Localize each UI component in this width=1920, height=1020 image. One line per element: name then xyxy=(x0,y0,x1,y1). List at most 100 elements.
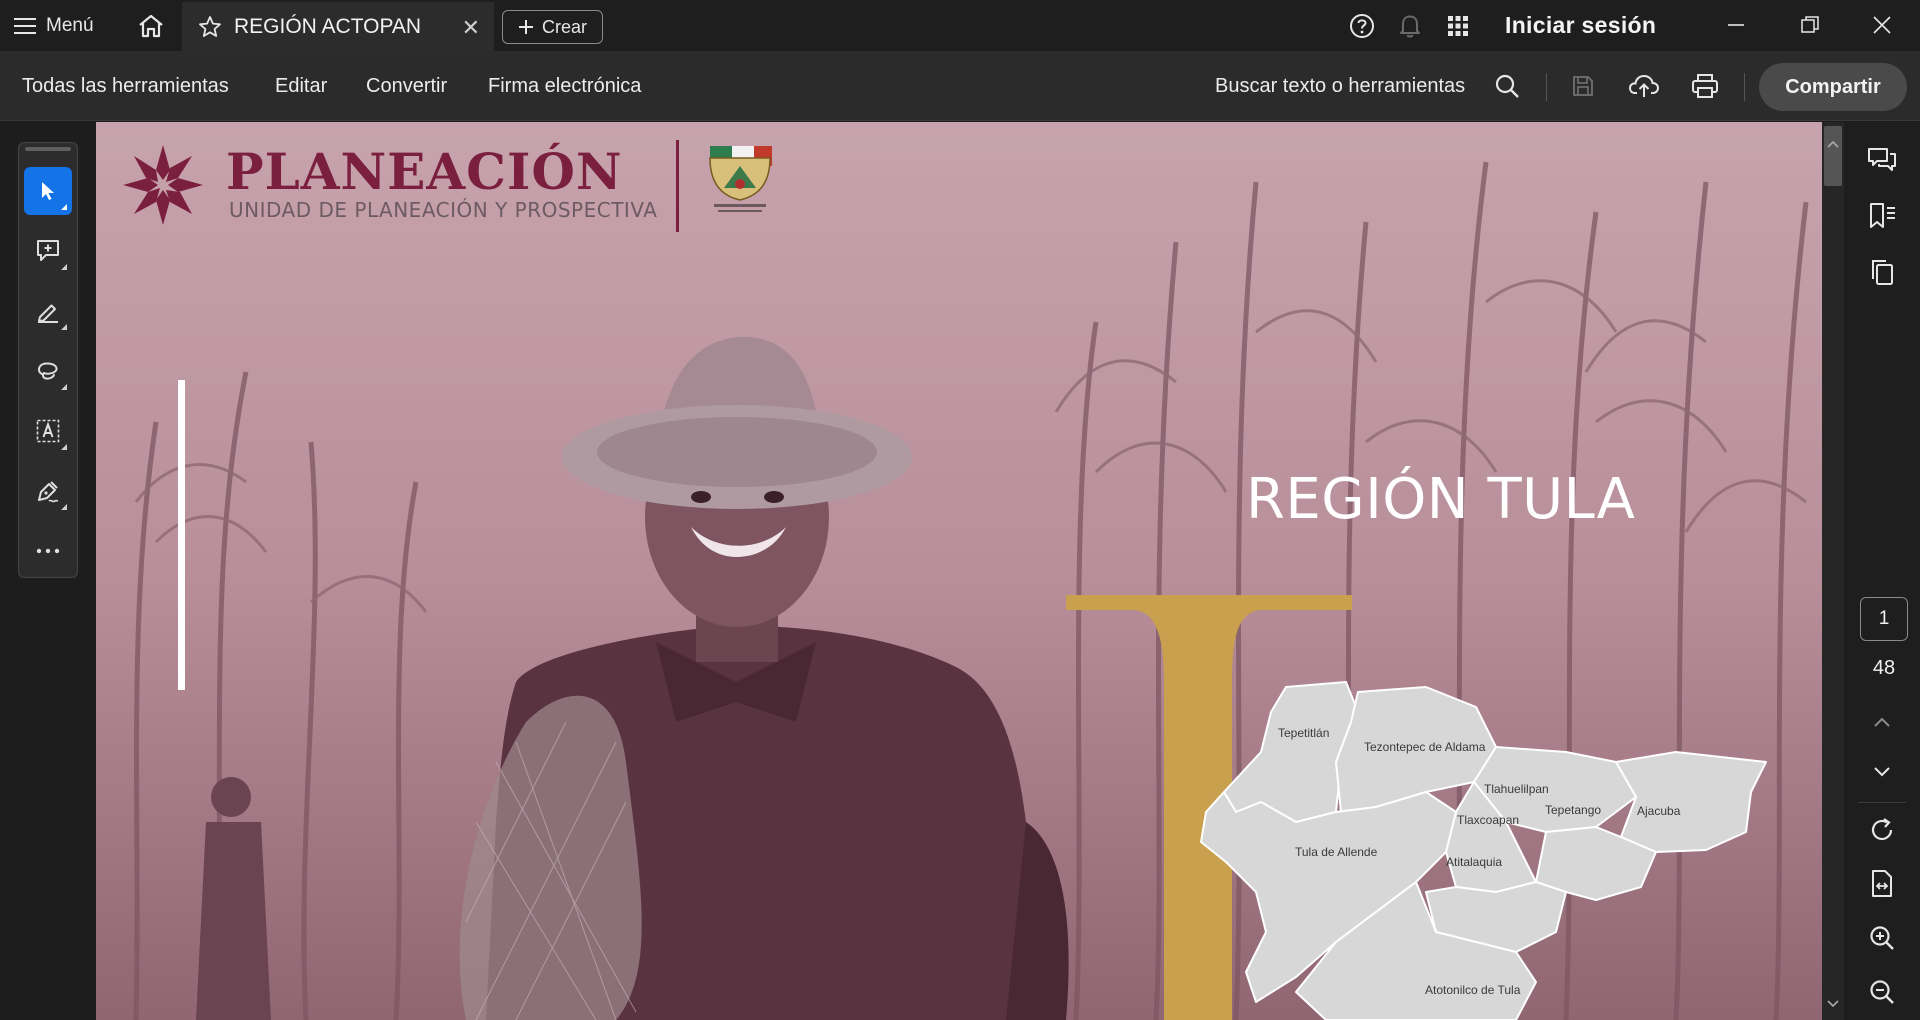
add-comment-tool[interactable] xyxy=(24,227,72,275)
current-page-number: 1 xyxy=(1878,608,1890,629)
draw-tool[interactable] xyxy=(24,347,72,395)
save-button[interactable] xyxy=(1565,68,1601,104)
search-button[interactable] xyxy=(1489,68,1525,104)
comments-icon xyxy=(1868,148,1896,171)
map-label: Tezontepec de Aldama xyxy=(1364,740,1486,754)
minimize-button[interactable] xyxy=(1716,10,1756,40)
cursor-icon xyxy=(42,182,54,200)
apps-button[interactable] xyxy=(1443,12,1473,40)
map-label: Tlaxcoapan xyxy=(1457,813,1520,827)
zoom-out-button[interactable] xyxy=(1864,974,1900,1010)
print-icon xyxy=(1692,74,1718,98)
select-tool[interactable] xyxy=(24,167,72,215)
scroll-down-arrow-icon[interactable] xyxy=(1827,1000,1839,1008)
pen-sign-icon xyxy=(38,481,59,503)
cover-photo xyxy=(96,122,1822,1020)
rotate-icon xyxy=(1871,818,1893,841)
current-page-input[interactable]: 1 xyxy=(1860,597,1908,641)
bookmarks-panel-button[interactable] xyxy=(1864,198,1900,234)
cloud-upload-icon xyxy=(1629,74,1659,97)
home-button[interactable] xyxy=(134,10,168,42)
region-title: REGIÓN TULA xyxy=(1246,467,1636,532)
create-button[interactable]: Crear xyxy=(502,10,603,44)
copy-pages-icon xyxy=(1872,260,1893,285)
tab-title: REGIÓN ACTOPAN xyxy=(234,14,422,38)
menu-edit[interactable]: Editar xyxy=(275,75,327,98)
map-label: Tula de Allende xyxy=(1295,845,1378,859)
rail-divider xyxy=(1858,802,1906,803)
toolbar-divider xyxy=(1546,73,1547,101)
menu-label: Menú xyxy=(46,15,94,36)
save-icon xyxy=(1573,76,1593,96)
notifications-button[interactable] xyxy=(1395,12,1425,40)
home-icon xyxy=(139,14,163,38)
logo-title: PLANEACIÓN xyxy=(226,142,623,201)
more-tools-button[interactable] xyxy=(24,527,72,575)
logo-subtitle: UNIDAD DE PLANEACIÓN Y PROSPECTIVA xyxy=(229,198,658,222)
document-tab[interactable]: REGIÓN ACTOPAN ✕ xyxy=(182,2,494,51)
map-label: Ajacuba xyxy=(1637,804,1681,818)
main-toolbar: Todas las herramientas Editar Convertir … xyxy=(0,51,1920,121)
restore-icon xyxy=(1801,16,1819,33)
toolbar-divider xyxy=(1744,73,1745,101)
menu-button[interactable]: Menú xyxy=(14,10,94,42)
map-label: Atotonilco de Tula xyxy=(1425,983,1521,997)
restore-button[interactable] xyxy=(1790,10,1830,40)
text-select-tool[interactable] xyxy=(24,407,72,455)
search-icon xyxy=(1495,74,1519,98)
total-pages: 48 xyxy=(1872,657,1896,679)
scroll-up-arrow-icon[interactable] xyxy=(1827,140,1839,148)
state-coat-of-arms-icon xyxy=(709,146,772,212)
page-layout-button[interactable] xyxy=(1864,866,1900,902)
map-label: Tepetango xyxy=(1545,803,1602,817)
menu-convert[interactable]: Convertir xyxy=(366,75,447,98)
rotate-button[interactable] xyxy=(1864,812,1900,848)
sign-tool[interactable] xyxy=(24,467,72,515)
zoom-out-icon xyxy=(1870,980,1894,1004)
zoom-in-button[interactable] xyxy=(1864,920,1900,956)
more-icon xyxy=(36,548,60,554)
star-icon[interactable] xyxy=(198,15,222,39)
comment-add-icon xyxy=(37,240,59,261)
map-label: Tlahuelilpan xyxy=(1484,782,1549,796)
zoom-in-icon xyxy=(1870,926,1894,950)
print-button[interactable] xyxy=(1687,68,1723,104)
page-layout-icon xyxy=(1872,870,1892,897)
menu-all-tools[interactable]: Todas las herramientas xyxy=(22,75,229,98)
bell-icon xyxy=(1400,15,1420,38)
previous-page-button[interactable] xyxy=(1864,704,1900,740)
title-bar: Menú REGIÓN ACTOPAN ✕ Crear Iniciar sesi… xyxy=(0,0,1920,51)
comments-panel-button[interactable] xyxy=(1864,142,1900,178)
chevron-up-icon xyxy=(1874,717,1890,727)
quick-tools-panel xyxy=(18,142,78,578)
close-tab-icon[interactable]: ✕ xyxy=(462,15,480,41)
pen-icon xyxy=(38,304,58,323)
panel-grip[interactable] xyxy=(25,147,71,151)
pages-panel-button[interactable] xyxy=(1864,254,1900,290)
search-tools-label[interactable]: Buscar texto o herramientas xyxy=(1215,75,1465,98)
help-button[interactable] xyxy=(1347,12,1377,40)
chevron-down-icon xyxy=(1874,767,1890,777)
map-label: Tepetitlán xyxy=(1278,726,1330,740)
scroll-thumb[interactable] xyxy=(1824,126,1842,186)
decorative-white-bar xyxy=(178,380,185,690)
right-panel-rail: 1 48 xyxy=(1844,122,1920,1020)
sign-in-link[interactable]: Iniciar sesión xyxy=(1505,12,1656,39)
highlight-tool[interactable] xyxy=(24,287,72,335)
bookmark-icon xyxy=(1870,203,1895,228)
upload-button[interactable] xyxy=(1626,68,1662,104)
map-label: Atitalaquia xyxy=(1446,855,1503,869)
share-button[interactable]: Compartir xyxy=(1759,63,1907,111)
close-window-button[interactable] xyxy=(1862,10,1902,40)
minimize-icon xyxy=(1728,24,1744,26)
vertical-scrollbar[interactable] xyxy=(1822,122,1844,1020)
share-label: Compartir xyxy=(1785,75,1881,98)
close-icon xyxy=(1873,16,1891,34)
menu-e-signature[interactable]: Firma electrónica xyxy=(488,75,641,98)
next-page-button[interactable] xyxy=(1864,754,1900,790)
lasso-icon xyxy=(37,362,58,380)
apps-grid-icon xyxy=(1448,16,1468,36)
document-page: PLANEACIÓN UNIDAD DE PLANEACIÓN Y PROSPE… xyxy=(96,122,1822,1020)
hamburger-icon xyxy=(14,18,36,34)
planeacion-logo-icon xyxy=(123,145,203,225)
